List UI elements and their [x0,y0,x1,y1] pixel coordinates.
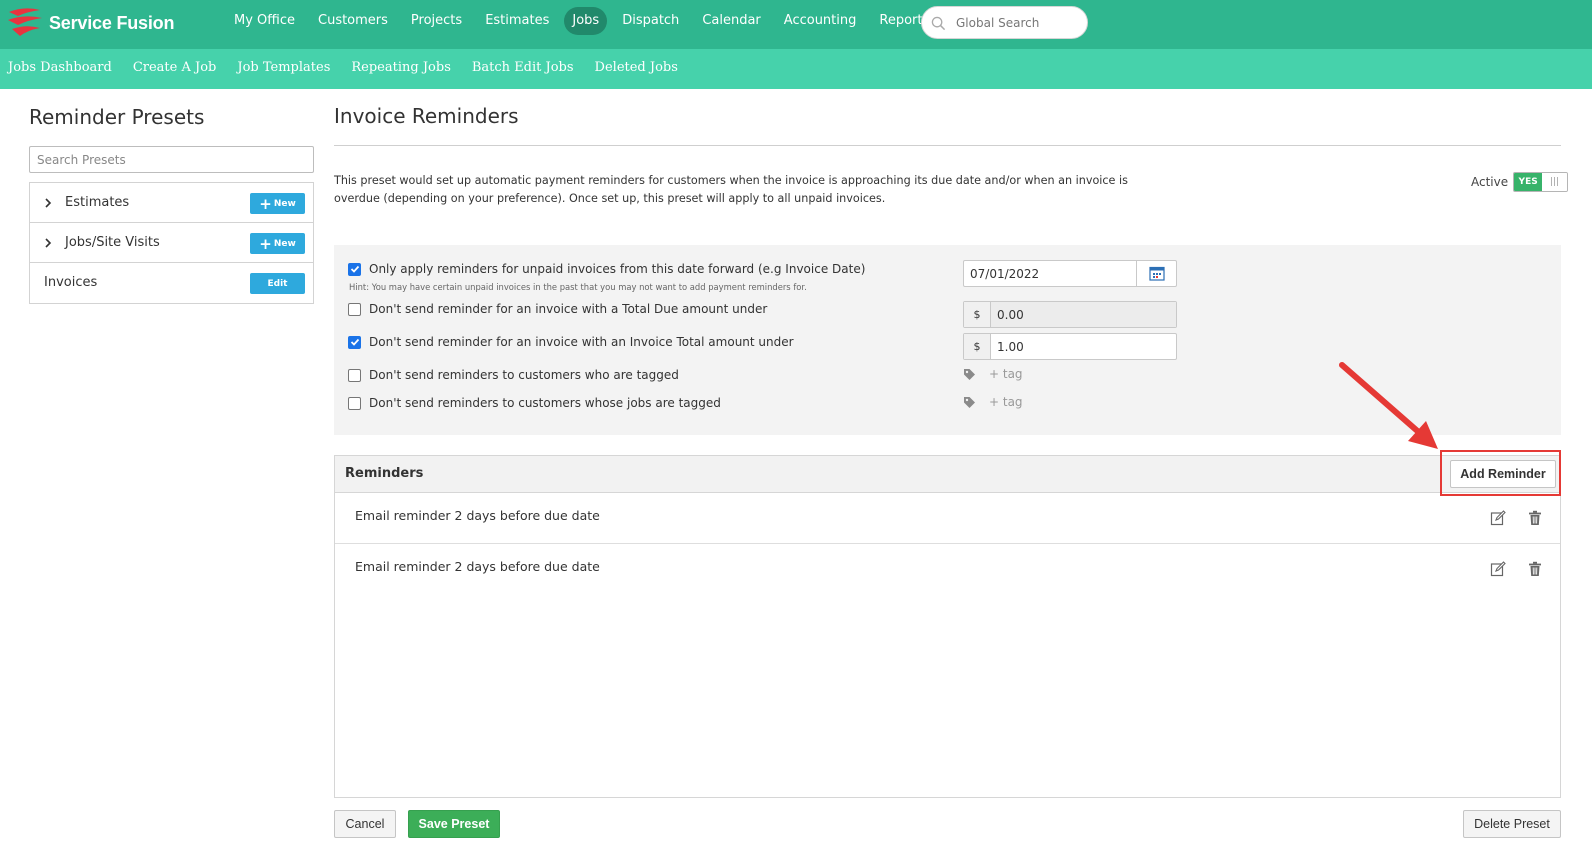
preset-item-jobs-site-visits[interactable]: Jobs/Site Visits + New [30,223,313,263]
customer-tagged-label: Don't send reminders to customers who ar… [369,368,679,382]
nav-jobs[interactable]: Jobs [564,7,608,35]
subnav-jobs-dashboard[interactable]: Jobs Dashboard [8,49,112,89]
sub-nav-bar: Jobs Dashboard Create A Job Job Template… [0,49,1592,89]
delete-preset-button[interactable]: Delete Preset [1463,810,1561,838]
tag-icon [964,368,975,380]
date-forward-checkbox[interactable] [348,262,361,276]
reminders-title: Reminders [345,466,424,481]
invoice-total-input[interactable] [991,334,1176,359]
edit-icon[interactable] [1490,510,1506,526]
edit-invoices-preset-button[interactable]: Edit [250,273,305,294]
tag-icon [964,396,975,408]
total-due-checkbox[interactable] [348,302,361,316]
nav-estimates[interactable]: Estimates [477,7,557,35]
global-search-input[interactable] [956,14,1081,32]
subnav-job-templates[interactable]: Job Templates [237,49,330,89]
invoice-total-field: $ [963,333,1177,360]
toggle-yes-label: YES [1514,173,1543,191]
customer-tag-input[interactable]: + tag [963,367,1023,381]
edit-icon[interactable] [1490,561,1506,577]
active-label: Active [1471,175,1509,189]
main-nav: My Office Customers Projects Estimates J… [226,7,944,35]
nav-calendar[interactable]: Calendar [694,7,768,35]
total-due-label: Don't send reminder for an invoice with … [369,302,768,316]
sub-nav: Jobs Dashboard Create A Job Job Template… [8,49,699,89]
nav-my-office[interactable]: My Office [226,7,303,35]
preset-label: Jobs/Site Visits [65,235,160,250]
setting-invoice-total: Don't send reminder for an invoice with … [348,335,794,349]
subnav-create-a-job[interactable]: Create A Job [133,49,217,89]
brand-name: Service Fusion [49,12,175,33]
new-jobs-preset-button[interactable]: + New [250,233,305,254]
subnav-batch-edit-jobs[interactable]: Batch Edit Jobs [472,49,574,89]
nav-customers[interactable]: Customers [310,7,396,35]
setting-customer-tagged: Don't send reminders to customers who ar… [348,368,679,382]
tag-placeholder: + tag [989,367,1023,381]
total-due-field: $ [963,301,1177,328]
reminder-text: Email reminder 2 days before due date [355,559,600,574]
date-input[interactable] [970,266,1130,282]
plus-icon: + [259,194,272,213]
trash-icon[interactable] [1528,561,1542,577]
reminder-text: Email reminder 2 days before due date [355,508,600,523]
chevron-right-icon[interactable] [44,198,52,208]
check-icon [350,265,359,273]
logo-icon [8,8,42,36]
reminders-panel: Reminders Add Reminder Email reminder 2 … [334,455,1561,798]
nav-accounting[interactable]: Accounting [776,7,865,35]
preset-label: Invoices [44,275,98,290]
currency-symbol: $ [964,302,991,327]
tag-placeholder: + tag [989,395,1023,409]
currency-symbol: $ [964,334,991,359]
active-toggle-group: Active YES ||| [1471,172,1569,192]
save-preset-button[interactable]: Save Preset [408,810,500,838]
setting-total-due: Don't send reminder for an invoice with … [348,302,767,316]
title-divider [334,145,1561,146]
page-title: Invoice Reminders [334,104,519,128]
setting-date-forward: Only apply reminders for unpaid invoices… [348,262,865,276]
reminder-row: Email reminder 2 days before due date [335,544,1560,595]
nav-dispatch[interactable]: Dispatch [614,7,687,35]
jobs-tagged-checkbox[interactable] [348,396,361,410]
preset-label: Estimates [65,195,130,210]
calendar-button[interactable] [1136,261,1176,286]
date-field [963,260,1177,287]
jobs-tagged-label: Don't send reminders to customers whose … [369,396,721,410]
plus-icon: + [259,234,272,253]
customer-tagged-checkbox[interactable] [348,368,361,382]
subnav-repeating-jobs[interactable]: Repeating Jobs [351,49,451,89]
preset-list: Estimates + New Jobs/Site Visits + New Inv… [29,182,314,304]
settings-panel: Only apply reminders for unpaid invoices… [334,245,1561,435]
nav-projects[interactable]: Projects [403,7,470,35]
preset-search-input[interactable] [29,146,314,173]
invoice-total-checkbox[interactable] [348,335,361,349]
total-due-input[interactable] [991,302,1176,327]
date-forward-label: Only apply reminders for unpaid invoices… [369,262,866,276]
active-toggle[interactable]: YES ||| [1513,172,1569,192]
reminders-header: Reminders Add Reminder [335,456,1560,493]
toggle-grip-icon: ||| [1542,173,1568,191]
preset-description: This preset would set up automatic payme… [334,174,1128,205]
add-reminder-button[interactable]: Add Reminder [1450,460,1556,488]
date-forward-hint: Hint: You may have certain unpaid invoic… [349,282,807,292]
service-fusion-logo[interactable]: Service Fusion [6,6,174,40]
cancel-button[interactable]: Cancel [334,810,396,838]
calendar-icon [1148,266,1165,281]
preset-item-estimates[interactable]: Estimates + New [30,183,313,223]
invoice-total-label: Don't send reminder for an invoice with … [369,335,794,349]
check-icon [350,338,359,346]
new-estimates-preset-button[interactable]: + New [250,193,305,214]
preset-item-invoices[interactable]: Invoices Edit [30,263,313,303]
search-icon [931,16,946,31]
chevron-right-icon[interactable] [44,238,52,248]
reminder-row: Email reminder 2 days before due date [335,493,1560,544]
jobs-tag-input[interactable]: + tag [963,395,1023,409]
trash-icon[interactable] [1528,510,1542,526]
top-nav-bar: Service Fusion My Office Customers Proje… [0,0,1592,49]
sidebar-title: Reminder Presets [29,105,205,129]
global-search[interactable] [921,6,1088,39]
setting-jobs-tagged: Don't send reminders to customers whose … [348,396,721,410]
subnav-deleted-jobs[interactable]: Deleted Jobs [595,49,678,89]
